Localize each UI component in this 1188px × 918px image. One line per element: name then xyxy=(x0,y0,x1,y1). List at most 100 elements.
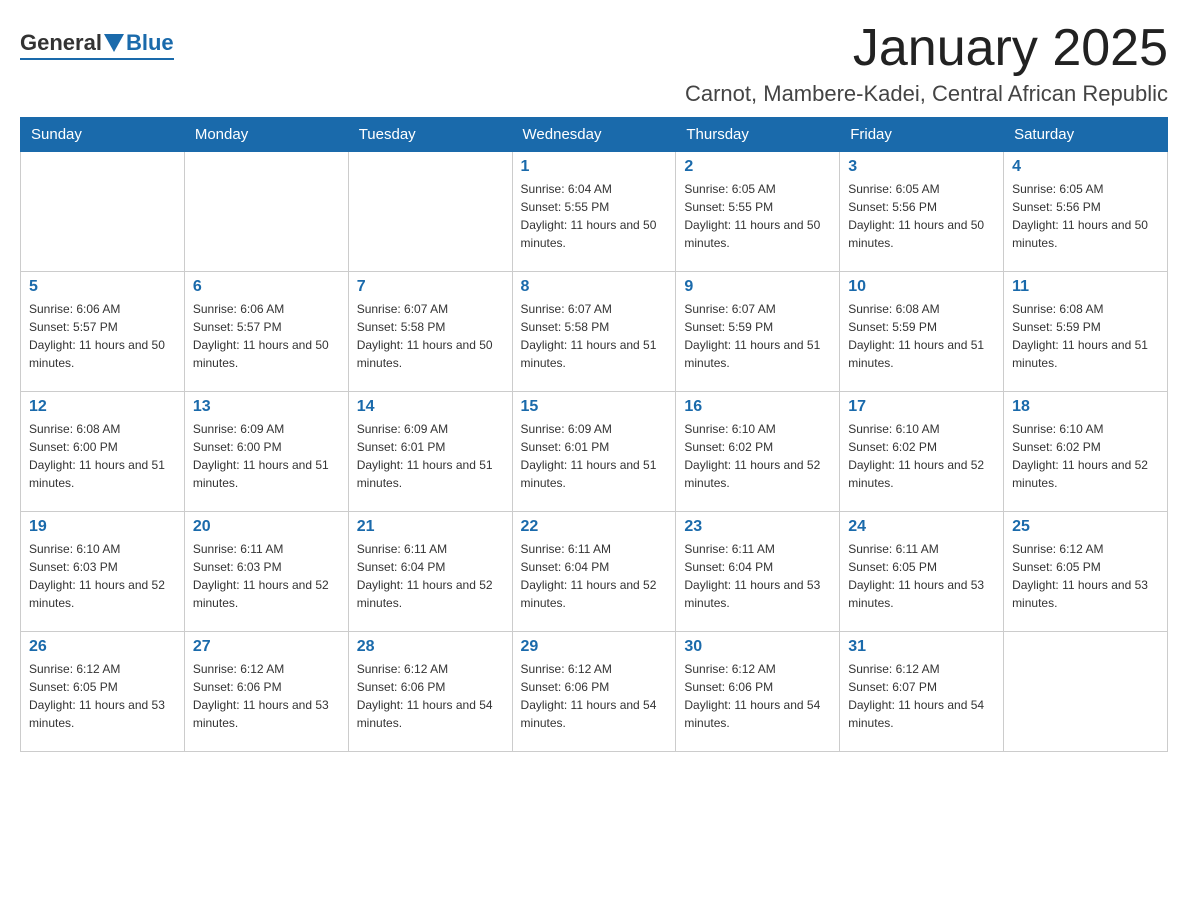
column-header-wednesday: Wednesday xyxy=(512,118,676,152)
day-info: Sunrise: 6:11 AMSunset: 6:04 PMDaylight:… xyxy=(357,540,504,612)
day-info: Sunrise: 6:11 AMSunset: 6:04 PMDaylight:… xyxy=(521,540,668,612)
logo-general-text: General xyxy=(20,30,102,56)
day-info: Sunrise: 6:12 AMSunset: 6:06 PMDaylight:… xyxy=(193,660,340,732)
calendar-week-row: 12 Sunrise: 6:08 AMSunset: 6:00 PMDayligh… xyxy=(21,392,1168,512)
day-number: 6 xyxy=(193,278,340,296)
day-info: Sunrise: 6:05 AMSunset: 5:56 PMDaylight:… xyxy=(848,180,995,252)
day-info: Sunrise: 6:12 AMSunset: 6:06 PMDaylight:… xyxy=(521,660,668,732)
calendar-cell: 28 Sunrise: 6:12 AMSunset: 6:06 PMDayligh… xyxy=(348,632,512,752)
day-info: Sunrise: 6:05 AMSunset: 5:55 PMDaylight:… xyxy=(684,180,831,252)
day-number: 5 xyxy=(29,278,176,296)
calendar-cell xyxy=(21,152,185,272)
calendar-cell: 19Sunrise: 6:10 AMSunset: 6:03 PMDayligh… xyxy=(21,512,185,632)
day-number: 12 xyxy=(29,398,176,416)
logo-underline xyxy=(20,58,174,60)
calendar-cell: 25 Sunrise: 6:12 AMSunset: 6:05 PMDayligh… xyxy=(1004,512,1168,632)
calendar-cell: 14 Sunrise: 6:09 AMSunset: 6:01 PMDayligh… xyxy=(348,392,512,512)
day-info: Sunrise: 6:12 AMSunset: 6:05 PMDaylight:… xyxy=(1012,540,1159,612)
calendar-subtitle: Carnot, Mambere-Kadei, Central African R… xyxy=(685,81,1168,107)
calendar-cell xyxy=(1004,632,1168,752)
calendar-cell: 27 Sunrise: 6:12 AMSunset: 6:06 PMDayligh… xyxy=(184,632,348,752)
day-info: Sunrise: 6:08 AMSunset: 5:59 PMDaylight:… xyxy=(848,300,995,372)
day-info: Sunrise: 6:06 AMSunset: 5:57 PMDaylight:… xyxy=(29,300,176,372)
day-info: Sunrise: 6:09 AMSunset: 6:00 PMDaylight:… xyxy=(193,420,340,492)
day-info: Sunrise: 6:08 AMSunset: 6:00 PMDaylight:… xyxy=(29,420,176,492)
day-info: Sunrise: 6:09 AMSunset: 6:01 PMDaylight:… xyxy=(521,420,668,492)
day-number: 15 xyxy=(521,398,668,416)
day-number: 14 xyxy=(357,398,504,416)
day-number: 9 xyxy=(684,278,831,296)
calendar-cell: 11 Sunrise: 6:08 AMSunset: 5:59 PMDayligh… xyxy=(1004,272,1168,392)
day-number: 28 xyxy=(357,638,504,656)
title-area: January 2025 Carnot, Mambere-Kadei, Cent… xyxy=(685,20,1168,107)
calendar-cell: 23Sunrise: 6:11 AMSunset: 6:04 PMDayligh… xyxy=(676,512,840,632)
day-number: 31 xyxy=(848,638,995,656)
page-header: General Blue January 2025 Carnot, Mamber… xyxy=(20,20,1168,107)
logo: General Blue xyxy=(20,20,174,60)
day-info: Sunrise: 6:12 AMSunset: 6:06 PMDaylight:… xyxy=(684,660,831,732)
column-header-monday: Monday xyxy=(184,118,348,152)
day-info: Sunrise: 6:12 AMSunset: 6:05 PMDaylight:… xyxy=(29,660,176,732)
calendar-cell: 18Sunrise: 6:10 AMSunset: 6:02 PMDayligh… xyxy=(1004,392,1168,512)
day-number: 11 xyxy=(1012,278,1159,296)
day-info: Sunrise: 6:04 AMSunset: 5:55 PMDaylight:… xyxy=(521,180,668,252)
day-number: 4 xyxy=(1012,158,1159,176)
day-info: Sunrise: 6:05 AMSunset: 5:56 PMDaylight:… xyxy=(1012,180,1159,252)
day-number: 19 xyxy=(29,518,176,536)
day-number: 25 xyxy=(1012,518,1159,536)
day-number: 22 xyxy=(521,518,668,536)
calendar-cell: 16 Sunrise: 6:10 AMSunset: 6:02 PMDayligh… xyxy=(676,392,840,512)
calendar-cell: 31 Sunrise: 6:12 AMSunset: 6:07 PMDayligh… xyxy=(840,632,1004,752)
column-header-thursday: Thursday xyxy=(676,118,840,152)
day-number: 24 xyxy=(848,518,995,536)
calendar-cell: 15 Sunrise: 6:09 AMSunset: 6:01 PMDayligh… xyxy=(512,392,676,512)
day-info: Sunrise: 6:07 AMSunset: 5:58 PMDaylight:… xyxy=(357,300,504,372)
day-info: Sunrise: 6:07 AMSunset: 5:58 PMDaylight:… xyxy=(521,300,668,372)
calendar-cell: 1 Sunrise: 6:04 AMSunset: 5:55 PMDaylight… xyxy=(512,152,676,272)
calendar-cell: 26 Sunrise: 6:12 AMSunset: 6:05 PMDayligh… xyxy=(21,632,185,752)
column-header-tuesday: Tuesday xyxy=(348,118,512,152)
day-info: Sunrise: 6:12 AMSunset: 6:06 PMDaylight:… xyxy=(357,660,504,732)
day-number: 3 xyxy=(848,158,995,176)
calendar-cell: 20 Sunrise: 6:11 AMSunset: 6:03 PMDayligh… xyxy=(184,512,348,632)
calendar-cell: 30Sunrise: 6:12 AMSunset: 6:06 PMDayligh… xyxy=(676,632,840,752)
day-number: 21 xyxy=(357,518,504,536)
day-info: Sunrise: 6:12 AMSunset: 6:07 PMDaylight:… xyxy=(848,660,995,732)
day-info: Sunrise: 6:10 AMSunset: 6:02 PMDaylight:… xyxy=(1012,420,1159,492)
calendar-cell xyxy=(184,152,348,272)
calendar-cell: 24Sunrise: 6:11 AMSunset: 6:05 PMDayligh… xyxy=(840,512,1004,632)
column-header-sunday: Sunday xyxy=(21,118,185,152)
calendar-cell: 7 Sunrise: 6:07 AMSunset: 5:58 PMDaylight… xyxy=(348,272,512,392)
calendar-week-row: 5 Sunrise: 6:06 AMSunset: 5:57 PMDaylight… xyxy=(21,272,1168,392)
day-number: 27 xyxy=(193,638,340,656)
day-number: 2 xyxy=(684,158,831,176)
day-number: 1 xyxy=(521,158,668,176)
day-number: 16 xyxy=(684,398,831,416)
day-number: 20 xyxy=(193,518,340,536)
logo-triangle-icon xyxy=(104,34,124,52)
day-number: 29 xyxy=(521,638,668,656)
column-header-saturday: Saturday xyxy=(1004,118,1168,152)
day-info: Sunrise: 6:10 AMSunset: 6:02 PMDaylight:… xyxy=(684,420,831,492)
calendar-cell: 17Sunrise: 6:10 AMSunset: 6:02 PMDayligh… xyxy=(840,392,1004,512)
calendar-week-row: 19Sunrise: 6:10 AMSunset: 6:03 PMDayligh… xyxy=(21,512,1168,632)
day-info: Sunrise: 6:11 AMSunset: 6:03 PMDaylight:… xyxy=(193,540,340,612)
calendar-cell: 3 Sunrise: 6:05 AMSunset: 5:56 PMDaylight… xyxy=(840,152,1004,272)
calendar-week-row: 1 Sunrise: 6:04 AMSunset: 5:55 PMDaylight… xyxy=(21,152,1168,272)
day-number: 17 xyxy=(848,398,995,416)
calendar-cell: 21 Sunrise: 6:11 AMSunset: 6:04 PMDayligh… xyxy=(348,512,512,632)
calendar-title: January 2025 xyxy=(685,20,1168,77)
day-number: 7 xyxy=(357,278,504,296)
calendar-table: SundayMondayTuesdayWednesdayThursdayFrid… xyxy=(20,117,1168,752)
calendar-cell: 22 Sunrise: 6:11 AMSunset: 6:04 PMDayligh… xyxy=(512,512,676,632)
day-info: Sunrise: 6:07 AMSunset: 5:59 PMDaylight:… xyxy=(684,300,831,372)
day-number: 23 xyxy=(684,518,831,536)
calendar-cell: 9 Sunrise: 6:07 AMSunset: 5:59 PMDaylight… xyxy=(676,272,840,392)
calendar-cell: 8 Sunrise: 6:07 AMSunset: 5:58 PMDaylight… xyxy=(512,272,676,392)
day-number: 26 xyxy=(29,638,176,656)
calendar-cell: 12 Sunrise: 6:08 AMSunset: 6:00 PMDayligh… xyxy=(21,392,185,512)
calendar-cell: 2 Sunrise: 6:05 AMSunset: 5:55 PMDaylight… xyxy=(676,152,840,272)
day-info: Sunrise: 6:09 AMSunset: 6:01 PMDaylight:… xyxy=(357,420,504,492)
day-info: Sunrise: 6:08 AMSunset: 5:59 PMDaylight:… xyxy=(1012,300,1159,372)
day-number: 8 xyxy=(521,278,668,296)
